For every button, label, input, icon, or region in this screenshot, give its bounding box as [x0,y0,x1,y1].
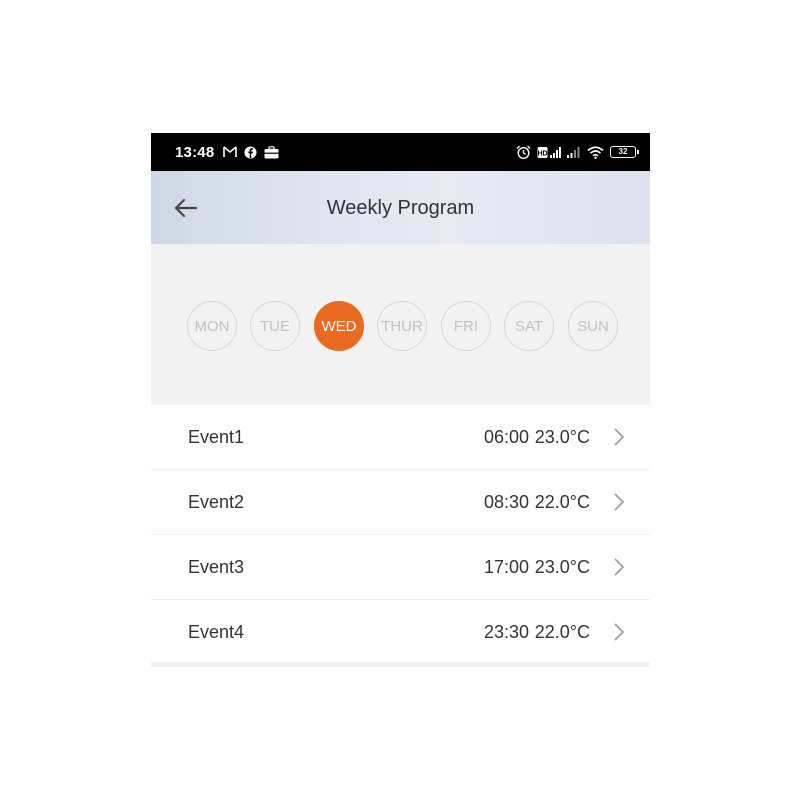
bottom-divider [151,662,650,667]
day-selector: MON TUE WED THUR FRI SAT SUN [151,244,650,405]
event-name: Event1 [188,427,245,447]
wifi-icon [587,145,604,159]
event-row-2[interactable]: Event2 08:30 22.0°C [151,470,650,535]
page-title: Weekly Program [326,197,475,219]
event-temp: 22.0°C [534,492,590,512]
event-time: 23:30 [483,622,529,642]
day-chip-tue[interactable]: TUE [250,301,300,351]
event-row-1[interactable]: Event1 06:00 23.0°C [151,405,650,470]
phone-screen: 13:48 HD 32 Weekly Program MON TUE WED T… [151,133,650,667]
chevron-right-icon [614,623,625,641]
day-chip-thur[interactable]: THUR [377,301,427,351]
event-name: Event2 [188,492,245,512]
day-chip-mon[interactable]: MON [187,301,237,351]
message-icon [223,146,238,158]
facebook-icon [244,146,257,159]
day-chip-sat[interactable]: SAT [504,301,554,351]
day-chip-wed[interactable]: WED [314,301,364,351]
event-time: 17:00 [483,557,529,577]
event-list: Event1 06:00 23.0°C Event2 08:30 22.0°C … [151,405,650,664]
briefcase-icon [264,145,279,159]
event-row-4[interactable]: Event4 23:30 22.0°C [151,600,650,664]
day-chip-sun[interactable]: SUN [568,301,618,351]
day-chip-fri[interactable]: FRI [441,301,491,351]
event-temp: 22.0°C [534,622,590,642]
chevron-right-icon [614,428,625,446]
event-name: Event3 [188,557,245,577]
status-time: 13:48 [175,143,215,161]
event-row-3[interactable]: Event3 17:00 23.0°C [151,535,650,600]
svg-text:HD: HD [537,150,547,157]
hd-signal-icon: HD [537,146,561,159]
chevron-right-icon [614,558,625,576]
event-temp: 23.0°C [534,427,590,447]
chevron-right-icon [614,493,625,511]
signal-icon-2 [567,146,581,159]
header-bar: Weekly Program [151,171,650,244]
event-time: 06:00 [483,427,529,447]
event-name: Event4 [188,622,245,642]
alarm-icon [516,145,531,160]
event-temp: 23.0°C [534,557,590,577]
status-bar: 13:48 HD 32 [151,133,650,171]
battery-icon: 32 [610,146,639,158]
event-time: 08:30 [483,492,529,512]
